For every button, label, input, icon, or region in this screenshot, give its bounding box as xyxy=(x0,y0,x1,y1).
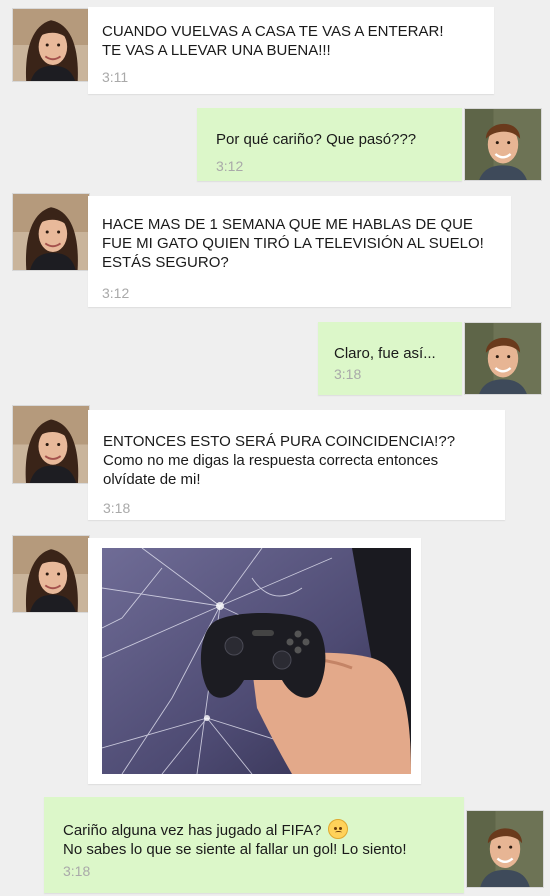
message-text: Claro, fue así... xyxy=(334,345,436,362)
message-line: No sabes lo que se siente al fallar un g… xyxy=(63,841,407,858)
message-timestamp: 3:18 xyxy=(103,500,131,516)
message-text: CUANDO VUELVAS A CASA TE VAS A ENTERAR! … xyxy=(102,23,444,59)
girlfriend-avatar[interactable] xyxy=(12,405,90,484)
incoming-message-bubble[interactable]: CUANDO VUELVAS A CASA TE VAS A ENTERAR! … xyxy=(88,7,494,94)
message-timestamp: 3:12 xyxy=(102,285,130,301)
girlfriend-avatar[interactable] xyxy=(12,8,90,82)
outgoing-message-bubble[interactable]: Cariño alguna vez has jugado al FIFA? No… xyxy=(44,797,464,893)
chat-conversation: CUANDO VUELVAS A CASA TE VAS A ENTERAR! … xyxy=(0,0,550,896)
message-text: Por qué cariño? Que pasó??? xyxy=(216,131,417,148)
cracked-tv-controller-photo[interactable] xyxy=(102,548,411,774)
message-timestamp: 3:18 xyxy=(63,863,91,879)
incoming-message-bubble[interactable]: ENTONCES ESTO SERÁ PURA COINCIDENCIA!?? … xyxy=(88,410,505,520)
outgoing-message-bubble[interactable]: Por qué cariño? Que pasó??? 3:12 xyxy=(197,108,462,181)
my-avatar[interactable] xyxy=(464,108,542,181)
message-text: HACE MAS DE 1 SEMANA QUE ME HABLAS DE QU… xyxy=(102,216,484,271)
incoming-image-message[interactable] xyxy=(88,538,421,784)
message-text: Cariño alguna vez has jugado al FIFA? No… xyxy=(63,819,464,859)
message-timestamp: 3:11 xyxy=(102,69,129,85)
message-timestamp: 3:12 xyxy=(216,158,244,174)
my-avatar[interactable] xyxy=(466,810,544,888)
outgoing-message-bubble[interactable]: Claro, fue así... 3:18 xyxy=(318,322,462,395)
girlfriend-avatar[interactable] xyxy=(12,535,90,613)
message-line: Cariño alguna vez has jugado al FIFA? xyxy=(63,822,322,839)
disappointed-face-icon xyxy=(327,819,348,839)
incoming-message-bubble[interactable]: HACE MAS DE 1 SEMANA QUE ME HABLAS DE QU… xyxy=(88,196,511,307)
girlfriend-avatar[interactable] xyxy=(12,193,90,271)
my-avatar[interactable] xyxy=(464,322,542,395)
message-timestamp: 3:18 xyxy=(334,366,362,382)
message-text: ENTONCES ESTO SERÁ PURA COINCIDENCIA!?? … xyxy=(103,433,456,488)
